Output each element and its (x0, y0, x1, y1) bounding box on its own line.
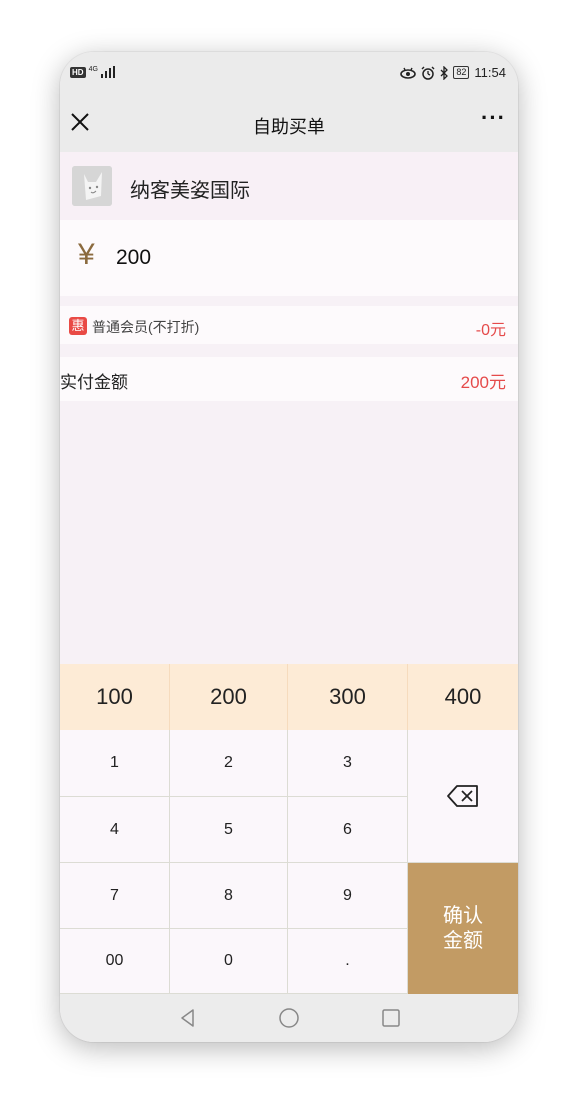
network-type-label: 4G (88, 65, 98, 73)
amount-input[interactable]: 200 (116, 246, 151, 270)
system-nav-bar (60, 994, 518, 1042)
cat-logo-icon (72, 166, 112, 206)
payment-total-label: 实付金额 (60, 373, 128, 392)
payment-total-row: 实付金额 200元 (60, 357, 518, 401)
hd-badge: HD (70, 66, 86, 78)
numeric-keypad: 1 2 3 4 5 6 7 8 9 00 0 . 确认 金额 (60, 730, 518, 994)
member-level-label: 普通会员(不打折) (92, 319, 200, 335)
quick-amount-400[interactable]: 400 (408, 664, 518, 730)
store-name: 纳客美姿国际 (130, 180, 250, 202)
key-00[interactable]: 00 (60, 929, 170, 994)
status-bar: HD 4G 82 11:54 (60, 52, 518, 96)
key-8[interactable]: 8 (170, 863, 288, 929)
status-right: 82 11:54 (400, 65, 506, 80)
page-title: 自助买单 (253, 117, 325, 137)
payment-total-value: 200元 (460, 373, 506, 392)
confirm-amount-button[interactable]: 确认 金额 (408, 863, 518, 994)
member-discount-row: 惠 普通会员(不打折) -0元 (60, 306, 518, 344)
key-dot[interactable]: . (288, 929, 408, 994)
currency-symbol: ¥ (78, 238, 95, 271)
confirm-label-line2: 金额 (443, 929, 483, 952)
amount-display[interactable]: ¥ 200 (60, 220, 518, 296)
backspace-icon (447, 785, 478, 807)
key-5[interactable]: 5 (170, 797, 288, 863)
quick-amount-200[interactable]: 200 (170, 664, 288, 730)
phone-screen: HD 4G 82 11:54 自助买单 ··· 纳客美姿国际 ¥ 200 惠 普… (60, 52, 518, 1042)
signal-icon (100, 66, 115, 78)
discount-value: -0元 (475, 322, 506, 339)
more-menu-button[interactable]: ··· (481, 105, 506, 131)
quick-amount-row: 100 200 300 400 (60, 664, 518, 730)
store-header: 纳客美姿国际 (60, 152, 518, 220)
quick-amount-100[interactable]: 100 (60, 664, 170, 730)
discount-badge-icon: 惠 (69, 317, 87, 335)
recents-square-icon[interactable] (380, 1007, 402, 1029)
status-left: HD 4G (70, 66, 115, 78)
home-circle-icon[interactable] (278, 1007, 300, 1029)
key-9[interactable]: 9 (288, 863, 408, 929)
confirm-label-line1: 确认 (443, 904, 483, 927)
bluetooth-icon (440, 65, 449, 80)
store-logo (72, 166, 112, 206)
status-time: 11:54 (474, 65, 506, 80)
key-7[interactable]: 7 (60, 863, 170, 929)
nav-bar: 自助买单 ··· (60, 96, 518, 152)
eye-icon (400, 67, 417, 79)
key-1[interactable]: 1 (60, 730, 170, 797)
backspace-button[interactable] (408, 730, 518, 863)
alarm-icon (421, 66, 435, 80)
quick-amount-300[interactable]: 300 (288, 664, 408, 730)
key-3[interactable]: 3 (288, 730, 408, 797)
key-6[interactable]: 6 (288, 797, 408, 863)
back-triangle-icon[interactable] (177, 1007, 199, 1029)
key-4[interactable]: 4 (60, 797, 170, 863)
key-2[interactable]: 2 (170, 730, 288, 797)
key-0[interactable]: 0 (170, 929, 288, 994)
battery-level: 82 (453, 66, 470, 79)
